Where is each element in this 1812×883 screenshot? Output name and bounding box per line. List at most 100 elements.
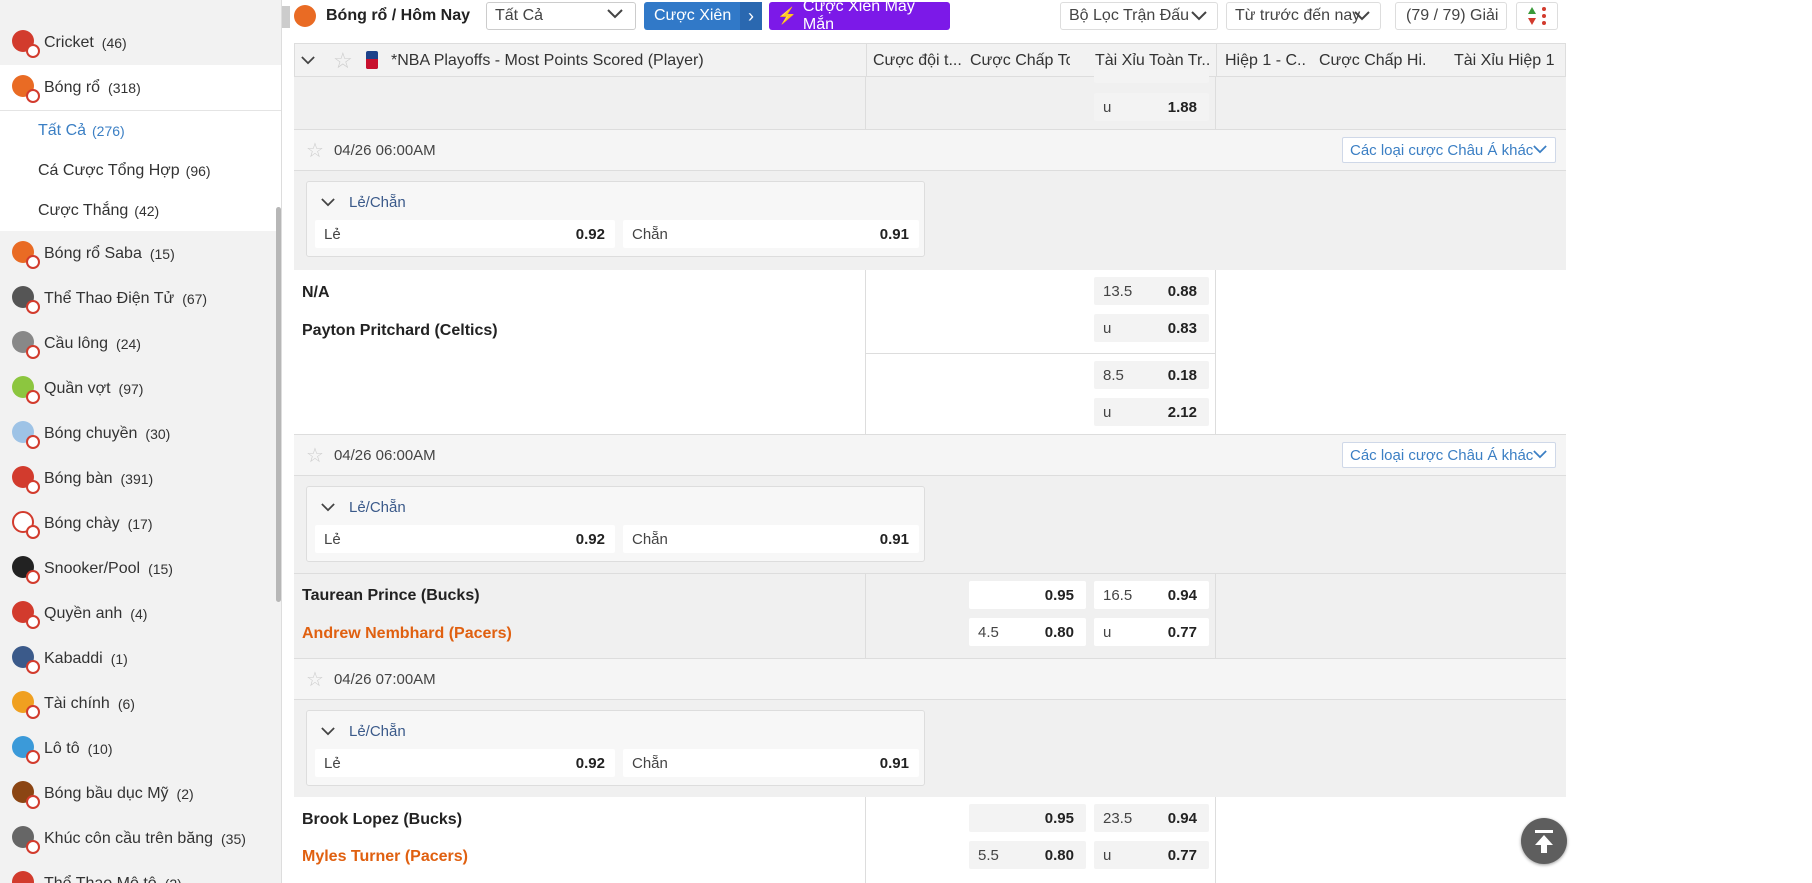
under-odds-cell[interactable]: u 0.77 [1094, 618, 1209, 646]
sidebar-item-tennis[interactable]: Quần vợt (97) [0, 366, 281, 411]
parlay-button[interactable]: Cược Xiên › [644, 2, 762, 30]
home-team: N/A [302, 284, 330, 301]
other-asian-bets-dropdown[interactable]: Các loại cược Châu Á khác [1342, 137, 1556, 163]
sidebar-sub-all[interactable]: Tất Cả (276) [0, 111, 281, 151]
favorite-star-icon[interactable]: ☆ [306, 667, 324, 692]
sidebar-item-label: Khúc côn cầu trên băng [44, 829, 214, 847]
sidebar-item-table-tennis[interactable]: Bóng bàn (391) [0, 456, 281, 501]
match-filter-dropdown[interactable]: Bộ Lọc Trận Đấu [1060, 2, 1218, 30]
sort-dropdown[interactable]: Từ trước đến nay [1226, 2, 1381, 30]
other-asian-bets-dropdown[interactable]: Các loại cược Châu Á khác [1342, 442, 1556, 468]
sidebar-item-boxing[interactable]: Quyền anh (4) [0, 591, 281, 636]
favorite-star-icon[interactable]: ☆ [306, 138, 324, 163]
handicap-away-cell[interactable]: 5.5 0.80 [969, 841, 1086, 869]
under-odds-cell[interactable]: u 0.83 [1094, 314, 1209, 342]
away-team: Myles Turner (Pacers) [302, 848, 468, 865]
even-value: 0.91 [879, 754, 909, 772]
handicap-home-cell[interactable]: 0.95 [969, 804, 1086, 832]
league-count-button[interactable]: (79 / 79) Giải [1395, 2, 1507, 30]
match-row: N/A Payton Pritchard (Celtics) 13.5 0.88… [294, 270, 1566, 434]
sidebar-item-cricket[interactable]: Cricket (46) [0, 20, 281, 65]
snooker-icon [10, 554, 40, 584]
sidebar-item-partial[interactable] [0, 0, 281, 10]
sidebar-scrollbar[interactable] [276, 207, 281, 602]
odd-odds-cell[interactable]: Lẻ 0.92 [315, 749, 615, 777]
over-odds-cell[interactable]: 16.5 0.94 [1094, 581, 1209, 609]
away-team: Payton Pritchard (Celtics) [302, 322, 498, 339]
odd-even-panel: Lẻ/Chẵn Lẻ 0.92 Chẵn 0.91 [306, 181, 925, 257]
handicap-home-cell[interactable]: 0.95 [969, 581, 1086, 609]
over-odds-cell[interactable]: 23.5 0.94 [1094, 804, 1209, 832]
sidebar-item-count: (2) [176, 785, 194, 802]
over-odds-cell[interactable]: 13.5 0.88 [1094, 277, 1209, 305]
column-header: Tài Xỉu Toàn Tr... [1095, 52, 1210, 69]
market-select[interactable]: Tất Cả [486, 2, 636, 30]
sort-updown-button[interactable] [1516, 2, 1558, 30]
sidebar-item-count: (46) [101, 34, 127, 51]
other-asian-bets-label: Các loại cược Châu Á khác [1350, 446, 1534, 464]
favorite-star-icon[interactable]: ☆ [333, 48, 353, 74]
odd-odds-cell[interactable]: Lẻ 0.92 [315, 220, 615, 248]
sidebar-item-label: Thể Thao Điện Tử [44, 289, 175, 307]
sidebar-item-baseball[interactable]: Bóng chày (17) [0, 501, 281, 546]
finance-icon [10, 689, 40, 719]
sidebar-item-snooker[interactable]: Snooker/Pool (15) [0, 546, 281, 591]
odd-even-toggle[interactable]: Lẻ/Chẵn [321, 194, 406, 211]
sidebar-sub-count: (96) [185, 163, 211, 179]
even-label: Chẵn [632, 530, 668, 548]
odds-value: 0.77 [1167, 847, 1197, 864]
sidebar-sub-outright[interactable]: Cá Cược Tổng Hợp (96) [0, 151, 281, 191]
under-odds-cell[interactable]: u 2.12 [1094, 398, 1209, 426]
sidebar-item-esports[interactable]: Thể Thao Điện Tử (67) [0, 276, 281, 321]
tennis-icon [10, 374, 40, 404]
even-odds-cell[interactable]: Chẵn 0.91 [623, 525, 919, 553]
chevron-down-icon[interactable] [301, 56, 315, 65]
basketball-icon [294, 5, 316, 27]
kabaddi-icon [10, 644, 40, 674]
sidebar-toggle-icon[interactable] [282, 6, 290, 28]
odd-even-toggle[interactable]: Lẻ/Chẵn [321, 723, 406, 740]
scroll-to-top-button[interactable] [1521, 818, 1567, 864]
sidebar-item-lotto[interactable]: Lô tô (10) [0, 726, 281, 771]
odd-even-panel: Lẻ/Chẵn Lẻ 0.92 Chẵn 0.91 [306, 486, 925, 562]
under-odds-cell[interactable]: u 0.77 [1094, 841, 1209, 869]
handicap-away-cell[interactable]: 4.5 0.80 [969, 618, 1086, 646]
sidebar-item-badminton[interactable]: Cầu lông (24) [0, 321, 281, 366]
sidebar-item-count: (30) [145, 425, 171, 442]
sidebar-item-count: (2) [165, 876, 182, 883]
odds-value: 0.95 [1044, 810, 1074, 827]
sidebar-item-motorsport[interactable]: Thể Thao Mô tô (2) [0, 861, 281, 883]
sidebar-item-label: Cầu lông [44, 334, 109, 352]
match-time: 04/26 06:00AM [333, 446, 436, 464]
saba-basketball-icon [10, 239, 40, 269]
even-odds-cell[interactable]: Chẵn 0.91 [623, 749, 919, 777]
lucky-icon: ⚡ [777, 8, 797, 25]
odds-value: 0.94 [1167, 587, 1197, 604]
sidebar-item-saba-basketball[interactable]: Bóng rổ Saba (15) [0, 231, 281, 276]
updown-arrows-icon [1528, 7, 1546, 25]
sidebar-item-basketball[interactable]: Bóng rổ (318) [0, 65, 281, 110]
sidebar-item-kabaddi[interactable]: Kabaddi (1) [0, 636, 281, 681]
favorite-star-icon[interactable]: ☆ [306, 443, 324, 468]
even-value: 0.91 [879, 225, 909, 243]
motorsport-icon [10, 869, 40, 883]
odd-odds-cell[interactable]: Lẻ 0.92 [315, 525, 615, 553]
ou-line: 13.5 [1103, 283, 1133, 300]
sidebar-item-finance[interactable]: Tài chính (6) [0, 681, 281, 726]
sidebar-item-american-football[interactable]: Bóng bầu dục Mỹ (2) [0, 771, 281, 816]
over-odds-cell[interactable]: 8.5 0.18 [1094, 361, 1209, 389]
odds-cell[interactable]: u 1.88 [1094, 93, 1209, 121]
lucky-parlay-label: Cược Xiên May Mắn [802, 0, 915, 33]
lucky-parlay-button[interactable]: ⚡ Cược Xiên May Mắn [769, 0, 950, 33]
sidebar-item-count: (67) [182, 290, 208, 307]
sidebar-item-volleyball[interactable]: Bóng chuyền (30) [0, 411, 281, 456]
odd-even-toggle[interactable]: Lẻ/Chẵn [321, 499, 406, 516]
even-odds-cell[interactable]: Chẵn 0.91 [623, 220, 919, 248]
sidebar-item-count: (35) [221, 830, 246, 847]
sidebar-item-label: Bóng chuyền [44, 424, 138, 442]
sidebar-sub-winner[interactable]: Cược Thắng (42) [0, 191, 281, 231]
sidebar-item-ice-hockey[interactable]: Khúc côn cầu trên băng (35) [0, 816, 281, 861]
odd-value: 0.92 [575, 530, 605, 548]
match-row: Taurean Prince (Bucks) Andrew Nembhard (… [294, 574, 1566, 658]
sidebar-sub-label: Cược Thắng [38, 202, 129, 219]
